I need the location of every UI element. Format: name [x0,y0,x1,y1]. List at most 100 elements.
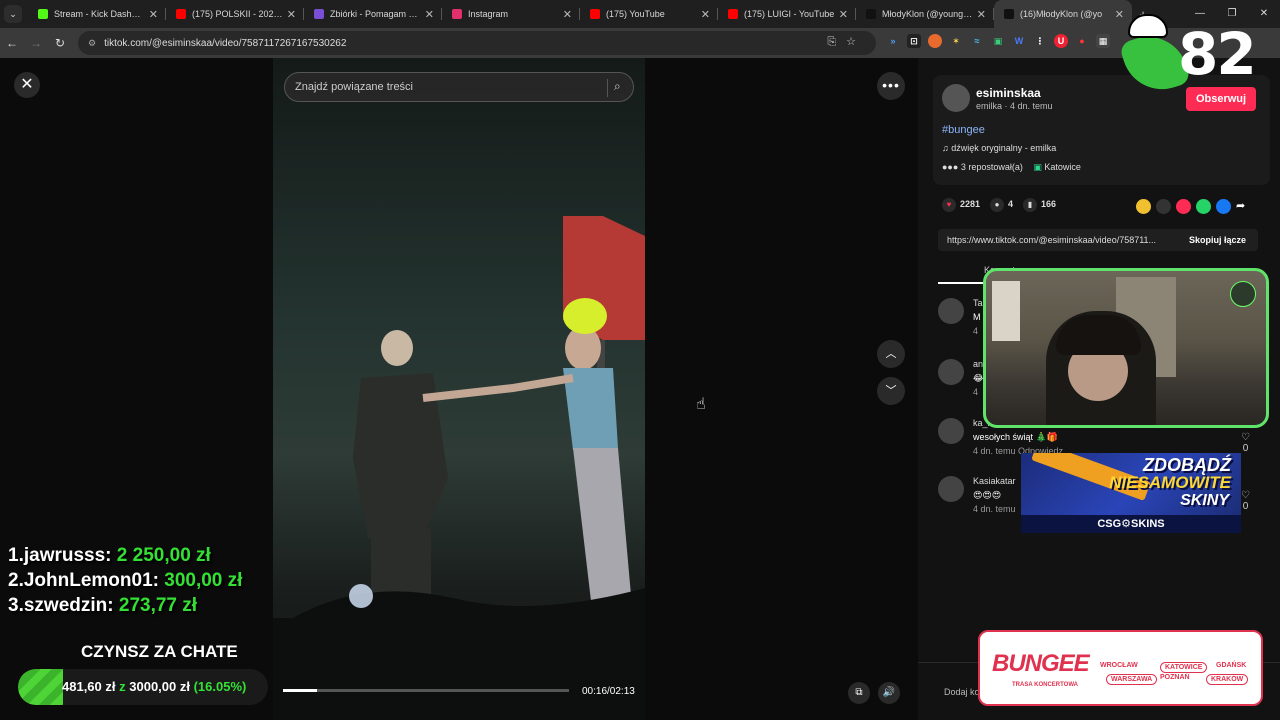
like-button[interactable]: ♥ 2281 [942,198,980,212]
saves-count: 166 [1041,199,1057,209]
tab-title: Stream - Kick Dashboard [54,9,145,19]
toolbar: ← → ↻ ⚙ tiktok.com/@esiminskaa/video/758… [0,28,1280,58]
browser-tab[interactable]: (175) POLSKII - 2026 (MU ✕ [166,0,304,28]
tab-close-icon[interactable]: ✕ [149,8,158,21]
comment-author[interactable]: Kasiakatar [973,476,1016,486]
ad-brand: CSG⚙SKINS [1021,515,1241,533]
save-button[interactable]: ▮ 166 [1023,198,1056,212]
video-player[interactable] [273,58,645,720]
browser-tab[interactable]: Stream - Kick Dashboard ✕ [28,0,166,28]
search-icon[interactable]: ⌕ [607,79,625,97]
tab-close-icon[interactable]: ✕ [287,8,296,21]
repost-avatars-icon: ●●● [942,162,959,172]
picture-in-picture-icon[interactable]: ⧉ [848,682,870,704]
tab-search-icon[interactable]: ⌄ [4,5,22,23]
heart-outline-icon: ♡ [1241,490,1250,501]
tab-title: (175) POLSKII - 2026 (MU [192,9,283,19]
reload-icon[interactable]: ↻ [48,36,72,50]
comment-like-button[interactable]: ♡ 0 [1241,432,1250,454]
author-username[interactable]: esiminskaa [976,86,1041,100]
tab-close-icon[interactable]: ✕ [701,8,710,21]
bookmark-star-icon[interactable]: ⎘☆ [827,35,866,49]
tab-close-icon[interactable]: ✕ [425,8,434,21]
ad-line-3: SKINY [1180,492,1229,509]
likes-count: 2281 [960,199,981,209]
extension-icon[interactable]: ⊡ [907,34,921,48]
extension-icon[interactable]: ≈ [970,34,984,48]
sound-link[interactable]: ♫ dźwięk oryginalny - emilka [942,143,1056,153]
close-video-icon[interactable]: ✕ [14,72,40,98]
next-video-icon[interactable]: ﹀ [877,377,905,405]
extension-icon[interactable]: ▣ [991,34,1005,48]
extension-icon[interactable]: » [886,34,900,48]
stream-logo: 82 [1108,14,1278,100]
tab-close-icon[interactable]: ✕ [563,8,572,21]
donor-amount: 2 250,00 zł [116,545,211,566]
tab-favicon-icon [452,9,462,19]
comment-author[interactable]: an [973,359,983,369]
author-avatar[interactable] [942,84,970,112]
streamer-hair [1056,315,1141,355]
video-progress-bar[interactable] [283,689,569,692]
comment-avatar[interactable] [938,418,964,444]
more-options-icon[interactable]: ••• [877,72,905,100]
forward-icon[interactable]: → [24,36,48,50]
webcam-logo-icon [1230,281,1256,307]
comment-avatar[interactable] [938,476,964,502]
browser-tab[interactable]: MłodyKlon (@youngklon) ✕ [856,0,994,28]
donation-goal-bar: 481,60 zł z 3000,00 zł (16.05%) [18,669,268,705]
browser-tab[interactable]: (175) LUIGI - YouTube ✕ [718,0,856,28]
comment-avatar[interactable] [938,298,964,324]
webcam-background-window [992,281,1020,341]
send-icon[interactable] [1176,199,1191,214]
copy-link-button[interactable]: Skopiuj łącze [1189,229,1246,251]
video-frame-image [273,216,645,720]
screen: ⌄ Stream - Kick Dashboard ✕ (175) POLSKII … [0,0,1280,720]
comment-meta: 4 dn. temu [973,504,1016,514]
share-arrow-icon[interactable]: ➦ [1236,199,1251,214]
tab-close-icon[interactable]: ✕ [839,8,848,21]
browser-tab[interactable]: Zbiórki - Pomagam Canc ✕ [304,0,442,28]
location-label[interactable]: Katowice [1044,162,1081,172]
bungee-city: POZNAŃ [1160,674,1190,681]
extension-icon[interactable]: ✶ [949,34,963,48]
heart-outline-icon: ♡ [1241,432,1250,443]
extension-icon[interactable]: ⋮ [1033,34,1047,48]
whatsapp-icon[interactable] [1196,199,1211,214]
ad-line-2: NIESAMOWITE [1109,473,1231,492]
goal-target: 3000,00 zł [129,679,190,694]
tab-strip: Stream - Kick Dashboard ✕ (175) POLSKII - … [28,0,1132,28]
share-icons: ➦ [1136,199,1251,214]
related-search-input[interactable]: Znajdź powiązane treści ⌕ [284,72,634,102]
comment-like-button[interactable]: ♡ 0 [1241,490,1250,512]
extension-icon[interactable]: ● [1075,34,1089,48]
facebook-icon[interactable] [1216,199,1231,214]
tab-close-icon[interactable]: ✕ [977,8,986,21]
goal-text: 481,60 zł z 3000,00 zł (16.05%) [62,679,246,694]
extension-icon[interactable] [928,34,942,48]
address-bar[interactable]: ⚙ tiktok.com/@esiminskaa/video/758711726… [78,31,876,55]
hashtag-link[interactable]: #bungee [942,124,985,136]
sound-label: dźwięk oryginalny - emilka [951,143,1057,153]
music-note-icon: ♫ [942,143,952,153]
tab-title: MłodyKlon (@youngklon) [882,9,973,19]
extension-icon[interactable]: W [1012,34,1026,48]
embed-icon[interactable] [1156,199,1171,214]
comment-avatar[interactable] [938,359,964,385]
comment-author[interactable]: Ta [973,298,983,308]
comment-button[interactable]: ● 4 [990,198,1013,212]
previous-video-icon[interactable]: ︿ [877,340,905,368]
browser-tab[interactable]: (175) YouTube ✕ [580,0,718,28]
repost-share-icon[interactable] [1136,199,1151,214]
donor-rank: 1. [8,545,24,566]
extension-icon[interactable]: U [1054,34,1068,48]
donor-row: 2.JohnLemon01: 300,00 zł [8,568,242,593]
tab-title: (175) LUIGI - YouTube [744,9,835,19]
back-icon[interactable]: ← [0,36,24,50]
author-subline: emilka · 4 dn. temu [976,101,1053,111]
volume-icon[interactable]: 🔊 [878,682,900,704]
browser-tab[interactable]: Instagram ✕ [442,0,580,28]
site-info-icon[interactable]: ⚙ [88,38,96,49]
add-comment-input[interactable]: Dodaj ko [944,687,980,697]
hand-cursor-icon: ☝ [696,396,706,413]
